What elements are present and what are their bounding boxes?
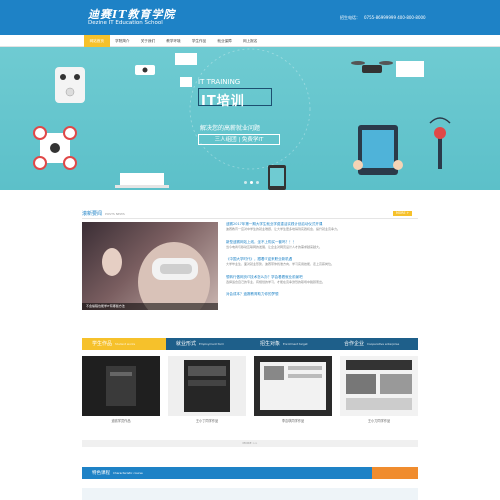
tab-label: 学生作品 <box>92 341 113 347</box>
news-photo-caption: 不会编程也能学IT有哪些方法 <box>86 304 125 308</box>
news-item[interactable]: 迪赛2017年第一期大学生就业学费重活实践计划启动仪式开课 迪赛教育一应对中学生… <box>226 222 416 236</box>
work-caption: 迪赛学员作品 <box>111 419 131 423</box>
nav-item-employment[interactable]: 就业保障 <box>212 35 238 47</box>
hotline-label: 招生电话： <box>340 15 360 20</box>
tab-sublabel: Employment form <box>199 342 225 346</box>
carousel-dots <box>244 181 259 184</box>
banner-illustration <box>33 48 451 190</box>
work-card[interactable]: 李嘉琪同学作品 <box>254 356 332 423</box>
tab-label: 就业形式 <box>176 341 197 347</box>
tab-sublabel: Enrollment target <box>283 342 308 346</box>
work-artwork <box>82 356 160 416</box>
work-card[interactable]: 王小丁同学作品 <box>168 356 246 423</box>
nav-item-signup[interactable]: 网上报名 <box>237 35 263 47</box>
work-artwork <box>340 356 418 416</box>
nav-list: 网站首页 学院简介 关于我们 教学环境 学生作品 就业保障 网上报名 <box>84 35 263 47</box>
news-summary: 迪赛教育一应对中学生的就业难题，让大学生更多地得到实践机会，提升就业竞争力。 <box>226 227 341 231</box>
tab-sublabel: Student works <box>115 342 136 346</box>
work-thumbnail[interactable] <box>340 356 418 416</box>
nav-item-about-us[interactable]: 关于我们 <box>135 35 161 47</box>
banner-headline: IT TRAINING <box>198 78 241 86</box>
work-artwork <box>168 356 246 416</box>
banner-subtitle: 解决您的高薪就业问题 <box>200 125 261 132</box>
hotline: 招生电话： 0755-86999999 400-800-8000 <box>340 15 426 21</box>
carousel-dot[interactable] <box>244 181 247 184</box>
feature-title-cn: 特色课程 <box>92 471 110 476</box>
feature-section-title: 特色课程 Characteristic course <box>92 470 143 476</box>
tab-student-works[interactable]: 学生作品 Student works <box>82 338 166 350</box>
feature-content-strip <box>82 488 418 500</box>
carousel-dot[interactable] <box>256 181 259 184</box>
news-section-title: 滚新要闻 POSTS NEWS <box>82 210 125 217</box>
nav-item-home[interactable]: 网站首页 <box>84 35 110 47</box>
drone-icon <box>33 126 77 170</box>
news-photo[interactable] <box>82 222 218 310</box>
banner-title: IT培训 <box>201 94 245 109</box>
tab-sublabel: Cooperative enterprise <box>367 342 400 346</box>
news-item[interactable]: 《中国大学时代》，跟着IT迎来职业新机遇 大学毕业生，面对就业形势，迪赛带你找准… <box>226 257 416 271</box>
news-list: 迪赛2017年第一期大学生就业学费重活实践计划启动仪式开课 迪赛教育一应对中学生… <box>226 222 416 301</box>
work-caption: 李嘉琪同学作品 <box>281 419 305 423</box>
nav-item-environment[interactable]: 教学环境 <box>161 35 187 47</box>
divider <box>82 218 418 219</box>
work-thumbnail[interactable] <box>254 356 332 416</box>
tab-cooperative-enterprise[interactable]: 合作企业 Cooperative enterprise <box>334 338 418 350</box>
news-summary: 大学毕业生，面对就业形势，迪赛带你找准方向，学习实用技能，走上高薪岗位。 <box>226 262 335 267</box>
work-artwork <box>254 356 332 416</box>
tab-label: 招生对象 <box>260 341 281 347</box>
carousel-dot-active[interactable] <box>250 181 253 184</box>
feature-title-en: Characteristic course <box>113 471 143 475</box>
news-item[interactable]: 想转行做网页IT技术怎么办？学会看看就业前景吧 选择适合自己的专业，有规划的学习… <box>226 275 416 289</box>
laptop-icon <box>115 173 169 188</box>
news-summary: 选择适合自己的专业，有规划的学习，才能在竞争激烈的职场中脱颖而出。 <box>226 279 326 284</box>
logo-english: Dezine IT Education School <box>88 20 163 26</box>
vr-headset-photo <box>102 242 210 310</box>
work-caption: 王小刀同学作品 <box>367 419 391 423</box>
main-nav: 网站首页 学院简介 关于我们 教学环境 学生作品 就业保障 网上报名 <box>0 35 500 47</box>
signal-tower-icon <box>429 117 451 169</box>
small-drone-icon <box>135 65 155 75</box>
nav-item-about-school[interactable]: 学院简介 <box>110 35 136 47</box>
work-card[interactable]: 王小刀同学作品 <box>340 356 418 423</box>
news-summary: 当今电商与移动互联网的发展，让企业对网页设计人才的需求越来越大。 <box>226 244 323 249</box>
news-title-en: POSTS NEWS <box>105 212 125 216</box>
works-grid: 迪赛学员作品 王小丁同学作品 李嘉琪同学作品 王小刀同学作品 <box>82 356 418 423</box>
work-card[interactable]: 迪赛学员作品 <box>82 356 160 423</box>
news-title-cn: 滚新要闻 <box>82 211 103 217</box>
feature-accent-block <box>372 467 418 479</box>
news-item[interactable]: 对会成本？迪赛教育助力你的梦想 <box>226 292 416 297</box>
tab-employment-form[interactable]: 就业形式 Employment form <box>166 338 250 350</box>
hero-banner[interactable] <box>0 47 500 190</box>
works-more-link[interactable]: MORE >> <box>82 440 418 447</box>
work-thumbnail[interactable] <box>82 356 160 416</box>
banner-tag: 三人组团 | 免费学IT <box>198 134 280 145</box>
news-more-link[interactable]: MORE + <box>393 211 413 216</box>
news-item[interactable]: 新型迪赛网站上线，坐不上购买一套吗？！！ 当今电商与移动互联网的发展，让企业对网… <box>226 240 416 254</box>
nav-item-student-works[interactable]: 学生作品 <box>186 35 212 47</box>
tab-enrollment-target[interactable]: 招生对象 Enrollment target <box>250 338 334 350</box>
news-headline[interactable]: 对会成本？迪赛教育助力你的梦想 <box>226 292 416 297</box>
phone-icon <box>268 165 286 190</box>
work-caption: 王小丁同学作品 <box>195 419 219 423</box>
camera-robot-icon <box>175 53 197 87</box>
remote-controller-icon <box>55 67 85 103</box>
tablet-icon <box>353 125 403 175</box>
tab-label: 合作企业 <box>344 341 365 347</box>
hotline-numbers: 0755-86999999 400-800-8000 <box>364 15 426 20</box>
drone-top-right-icon <box>351 61 424 77</box>
works-tabs: 学生作品 Student works 就业形式 Employment form 招生… <box>82 338 418 350</box>
work-thumbnail[interactable] <box>168 356 246 416</box>
